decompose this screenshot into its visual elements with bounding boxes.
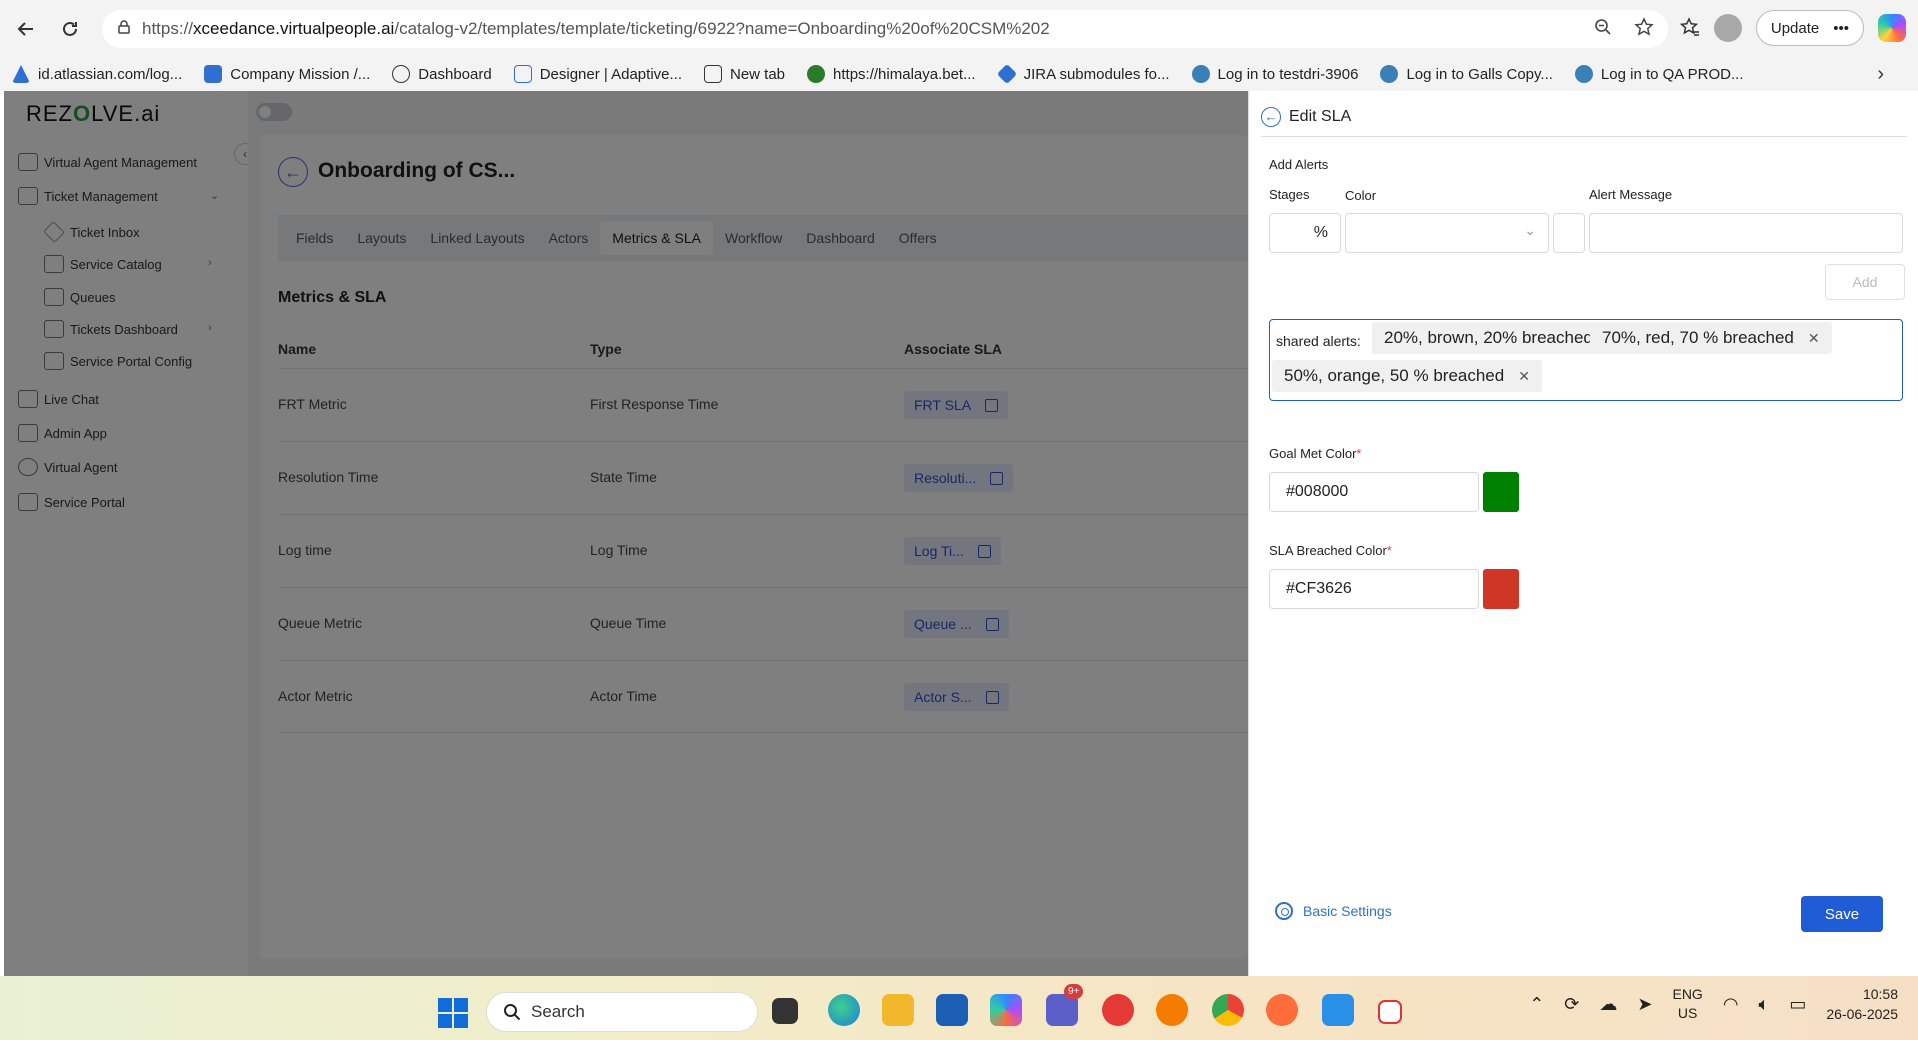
- file-explorer-icon[interactable]: [882, 994, 914, 1026]
- snipping-tool-icon[interactable]: [1378, 1000, 1402, 1024]
- m365-icon[interactable]: [990, 994, 1022, 1026]
- bookmark-item[interactable]: Log in to QA PROD...: [1574, 65, 1744, 83]
- app-icon[interactable]: [1156, 994, 1188, 1026]
- drawer-header: ← Edit SLA: [1261, 105, 1907, 137]
- edge-icon[interactable]: [828, 994, 860, 1026]
- modal-backdrop[interactable]: [4, 91, 1248, 976]
- color-select[interactable]: ⌄: [1345, 213, 1549, 253]
- bookmark-item[interactable]: JIRA submodules fo...: [996, 63, 1170, 85]
- postman-icon[interactable]: [1266, 994, 1298, 1026]
- teams-icon[interactable]: 9+: [1046, 984, 1084, 1026]
- drawer-title: Edit SLA: [1289, 107, 1352, 125]
- favorites-icon[interactable]: [1679, 16, 1700, 40]
- refresh-icon[interactable]: [52, 11, 88, 47]
- back-arrow-icon[interactable]: ←: [1261, 106, 1281, 127]
- task-view-icon[interactable]: [772, 998, 798, 1024]
- alert-tag: 70%, red, 70 % breached ✕: [1590, 322, 1832, 354]
- language-indicator[interactable]: ENG US: [1672, 985, 1702, 1023]
- url-host: xceedance.virtualpeople.ai: [193, 19, 395, 38]
- chevron-down-icon: ⌄: [1524, 222, 1536, 238]
- url-path: /catalog-v2/templates/template/ticketing…: [394, 19, 1050, 38]
- sla-breached-color-input[interactable]: #CF3626: [1269, 569, 1479, 609]
- site-info-icon[interactable]: [116, 19, 132, 40]
- alert-message-input[interactable]: [1589, 213, 1903, 253]
- goal-met-color-input[interactable]: #008000: [1269, 472, 1479, 512]
- save-button[interactable]: Save: [1801, 896, 1883, 932]
- chevron-right-icon[interactable]: ›: [1877, 63, 1884, 86]
- update-label: Update: [1770, 19, 1820, 37]
- wifi-icon[interactable]: ◠: [1723, 994, 1739, 1015]
- search-placeholder: Search: [531, 1002, 585, 1021]
- bookmark-item[interactable]: Designer | Adaptive...: [513, 65, 682, 83]
- windows-taskbar: Search 9+ ⌃ ⟳ ☁ ➤ ENG US ◠ 🔈︎ ▭ 10:58 26…: [0, 976, 1918, 1040]
- alert-tag: 50%, orange, 50 % breached ✕: [1272, 360, 1542, 392]
- bookmark-item[interactable]: Company Mission /...: [204, 65, 370, 83]
- designer-icon: [513, 65, 532, 83]
- bookmark-item[interactable]: id.atlassian.com/log...: [12, 65, 182, 83]
- login-icon: [1191, 65, 1210, 83]
- browser-toolbar: https://xceedance.virtualpeople.ai/catal…: [0, 0, 1918, 57]
- shared-alerts-label: shared alerts:: [1276, 333, 1361, 349]
- more-options-icon[interactable]: •••: [1833, 20, 1849, 37]
- system-tray: ⌃ ⟳ ☁ ➤ ENG US ◠ 🔈︎ ▭ 10:58 26-06-2025: [1529, 984, 1898, 1024]
- bookmark-item[interactable]: Dashboard: [392, 65, 492, 83]
- vscode-icon[interactable]: [1322, 994, 1354, 1026]
- sync-icon[interactable]: ⟳: [1564, 994, 1579, 1015]
- color-label: Color: [1345, 188, 1377, 203]
- bookmark-item[interactable]: Log in to testdri-3906: [1191, 65, 1358, 83]
- edit-sla-drawer: ← Edit SLA Add Alerts Stages Color Alert…: [1248, 91, 1918, 976]
- favorite-star-icon[interactable]: [1634, 16, 1654, 42]
- back-icon[interactable]: [8, 11, 44, 47]
- atlassian-icon: [12, 65, 30, 83]
- globe-icon: [392, 65, 411, 83]
- basic-settings-link[interactable]: Basic Settings: [1275, 902, 1392, 920]
- goal-met-color-label: Goal Met Color*: [1269, 446, 1362, 461]
- close-icon[interactable]: ✕: [1518, 368, 1530, 385]
- chrome-icon[interactable]: [1212, 994, 1244, 1026]
- stage-percent-input[interactable]: %: [1269, 213, 1341, 253]
- add-alert-button[interactable]: Add: [1825, 264, 1905, 300]
- update-button[interactable]: Update •••: [1755, 10, 1864, 46]
- goal-met-color-swatch[interactable]: [1483, 472, 1519, 512]
- cloud-offline-icon[interactable]: ☁: [1599, 994, 1617, 1015]
- bookmark-item[interactable]: Log in to Galls Copy...: [1380, 65, 1553, 83]
- address-bar[interactable]: https://xceedance.virtualpeople.ai/catal…: [102, 10, 1668, 48]
- add-alerts-label: Add Alerts: [1269, 157, 1329, 172]
- alert-message-label: Alert Message: [1589, 187, 1673, 202]
- jira-icon: [996, 63, 1017, 85]
- wps-icon[interactable]: [1102, 994, 1134, 1026]
- himalaya-icon: [807, 65, 826, 83]
- volume-icon[interactable]: 🔈︎: [1759, 994, 1770, 1015]
- search-icon: [504, 1004, 521, 1021]
- teams-badge: 9+: [1064, 984, 1084, 999]
- color-preview-box: [1553, 213, 1585, 253]
- percent-symbol: %: [1313, 224, 1328, 241]
- login-icon: [1574, 65, 1593, 83]
- url-prefix: https://: [142, 19, 194, 38]
- bookmark-item[interactable]: https://himalaya.bet...: [807, 65, 976, 83]
- sla-breached-color-label: SLA Breached Color*: [1269, 543, 1392, 558]
- gear-icon: [1275, 902, 1293, 920]
- bookmark-item[interactable]: New tab: [704, 65, 785, 83]
- clock[interactable]: 10:58 26-06-2025: [1826, 984, 1898, 1024]
- battery-icon[interactable]: ▭: [1789, 994, 1806, 1015]
- store-icon[interactable]: [936, 994, 968, 1026]
- close-icon[interactable]: ✕: [1808, 330, 1820, 347]
- windows-start-icon[interactable]: [438, 998, 468, 1028]
- new-tab-icon: [704, 65, 722, 83]
- location-icon[interactable]: ➤: [1637, 994, 1652, 1015]
- bookmarks-bar: id.atlassian.com/log... Company Mission …: [0, 57, 1918, 91]
- shared-alerts-box[interactable]: shared alerts: 20%, brown, 20% breached✕…: [1269, 319, 1903, 401]
- login-icon: [1380, 65, 1399, 83]
- zoom-icon[interactable]: [1594, 18, 1612, 41]
- app-window: REZOLVE.ai Virtual Agent Management Tick…: [4, 91, 1918, 976]
- stages-label: Stages: [1269, 187, 1310, 202]
- profile-avatar[interactable]: [1713, 14, 1742, 42]
- taskbar-search[interactable]: Search: [486, 992, 758, 1032]
- sla-breached-color-swatch[interactable]: [1483, 569, 1519, 609]
- chevron-up-icon[interactable]: ⌃: [1529, 994, 1544, 1015]
- confluence-icon: [204, 65, 223, 83]
- copilot-icon[interactable]: [1878, 14, 1906, 42]
